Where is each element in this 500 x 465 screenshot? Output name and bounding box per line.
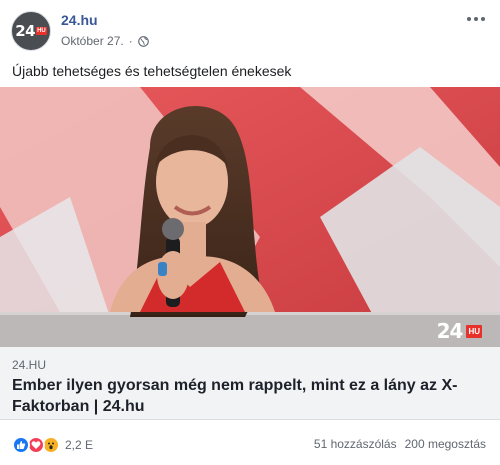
meta-separator: ·	[128, 34, 133, 48]
post-meta: Október 27. ·	[61, 34, 149, 48]
post-stats: 51 hozzászólás 200 megosztás	[314, 437, 486, 451]
link-preview-image[interactable]: 24 HU	[0, 87, 500, 347]
avatar-logo-number: 24	[15, 22, 36, 40]
shares-count-link[interactable]: 200 megosztás	[405, 437, 486, 451]
globe-icon[interactable]	[137, 35, 149, 47]
watermark-badge: HU	[466, 324, 482, 338]
link-title[interactable]: Ember ilyen gyorsan még nem rappelt, min…	[12, 375, 482, 417]
link-domain: 24.HU	[12, 358, 47, 372]
watermark-logo: 24 HU	[437, 319, 482, 343]
post-date[interactable]: Október 27.	[61, 34, 124, 48]
post-text: Újabb tehetséges és tehetségtelen énekes…	[12, 63, 292, 79]
more-options-icon[interactable]	[466, 12, 486, 26]
avatar-logo-badge: HU	[36, 27, 47, 35]
reactions-summary[interactable]: 2,2 E	[12, 436, 93, 454]
watermark-number: 24	[436, 319, 464, 343]
link-preview-info[interactable]: 24.HU Ember ilyen gyorsan még nem rappel…	[0, 347, 500, 420]
like-icon	[12, 436, 30, 454]
page-avatar[interactable]: 24 HU	[11, 11, 51, 51]
facebook-post: 24 HU 24.hu Október 27. · Újabb tehetség…	[0, 0, 500, 465]
page-name-link[interactable]: 24.hu	[61, 12, 98, 28]
comments-count-link[interactable]: 51 hozzászólás	[314, 437, 397, 451]
reaction-count: 2,2 E	[65, 438, 94, 452]
